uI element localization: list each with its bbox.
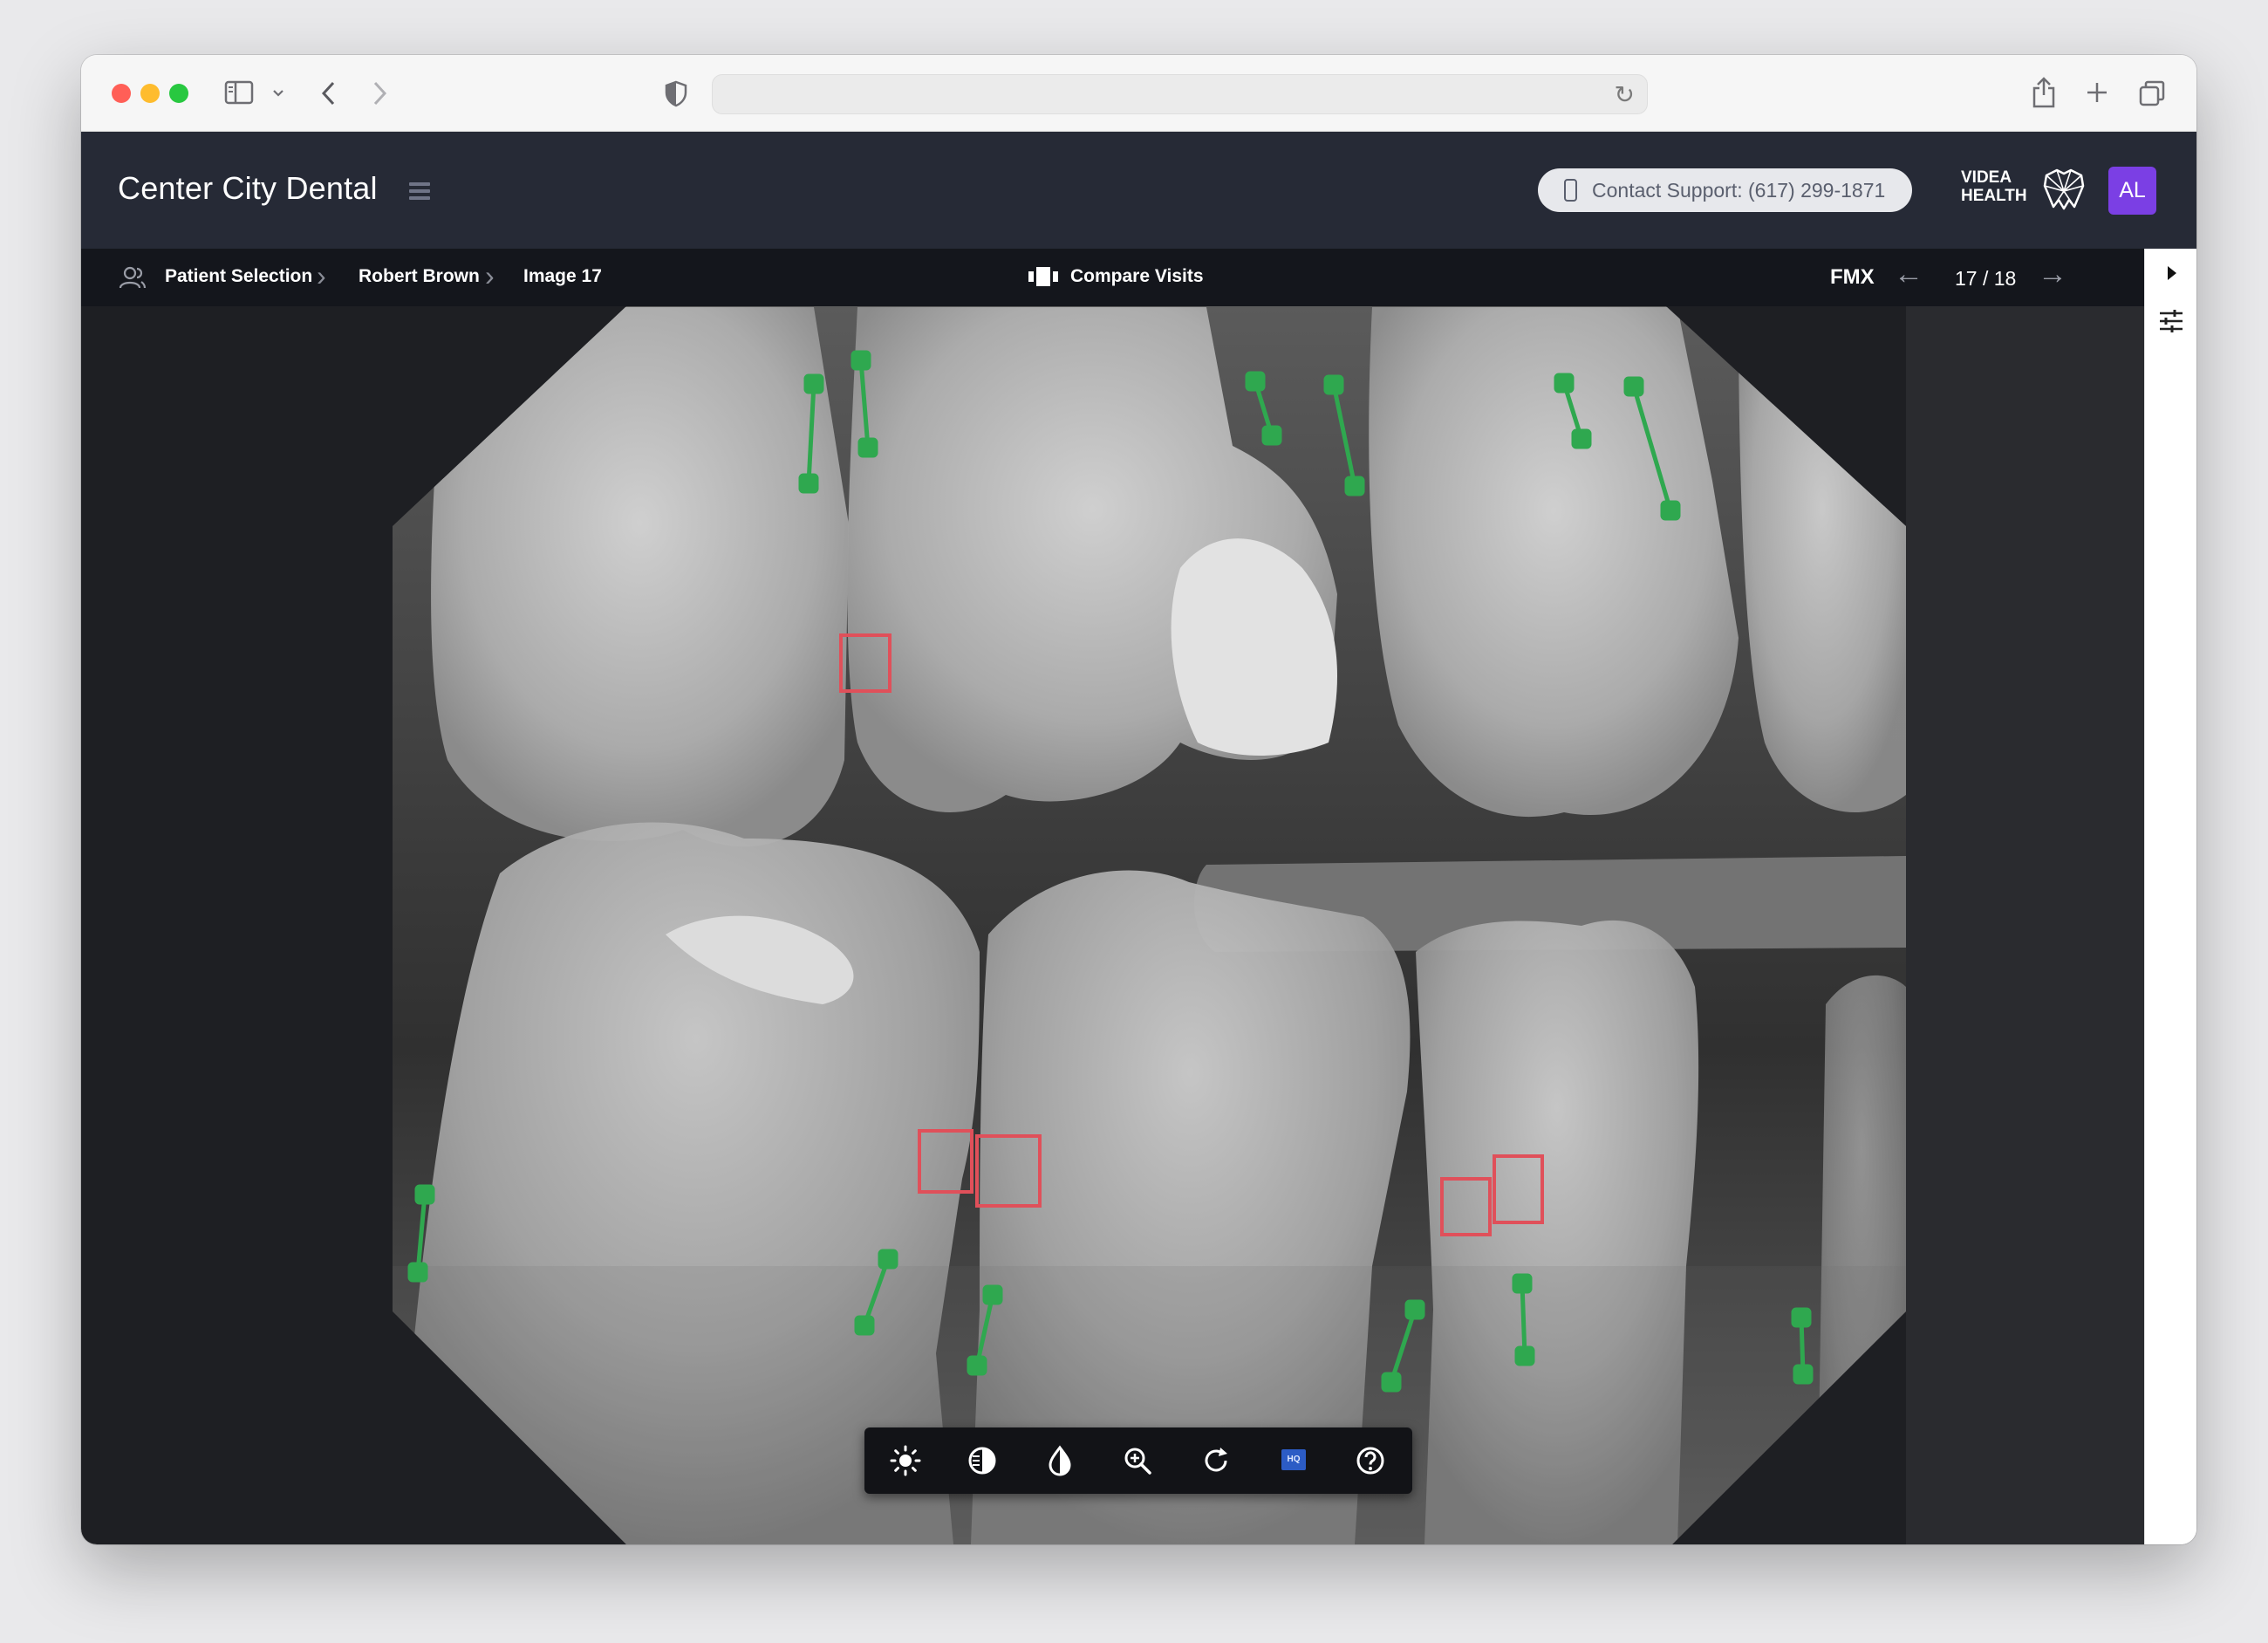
expand-panel-icon[interactable] [2168,266,2176,280]
brand-name: VIDEA HEALTH [1961,168,2027,205]
maximize-window-button[interactable] [169,84,188,103]
xray-viewer[interactable]: HQ [81,306,2144,1544]
breadcrumb-patient-name[interactable]: Robert Brown [359,266,480,287]
adjustments-icon[interactable] [2158,308,2184,334]
clinic-name: Center City Dental [118,170,378,206]
image-tools-bar: HQ [864,1427,1412,1494]
compare-visits-label: Compare Visits [1070,266,1204,286]
bitewing-xray-image[interactable] [81,306,2144,1544]
list-menu-icon[interactable] [409,182,430,200]
tab-overview-icon[interactable] [2138,79,2166,107]
share-icon[interactable] [2031,76,2057,109]
sidebar-toggle-icon[interactable] [224,79,256,106]
contact-support-label: Contact Support: (617) 299-1871 [1592,179,1886,202]
shield-icon[interactable] [664,79,688,107]
breadcrumb-patient-selection[interactable]: Patient Selection [165,266,312,287]
forward-icon[interactable] [369,79,390,107]
breadcrumb-image: Image 17 [523,266,602,286]
series-label: FMX [1830,265,1875,289]
address-bar[interactable]: ↻ [712,74,1648,114]
hq-icon[interactable]: HQ [1281,1449,1306,1470]
brightness-icon[interactable] [889,1444,922,1477]
browser-window: ↻ Center City Dental Contact Support: (6… [81,55,2196,1544]
prev-image-icon[interactable]: ← [1894,257,1923,291]
rotate-icon[interactable] [1199,1444,1233,1477]
reload-icon[interactable]: ↻ [1615,80,1635,109]
phone-icon [1564,179,1577,202]
patients-icon [119,266,147,289]
image-pager: 17 / 18 [1955,267,2017,290]
xray-film [393,306,1906,1544]
next-image-icon[interactable]: → [2038,257,2067,291]
tooth-logo-icon [2043,168,2085,210]
side-panel [2144,249,2196,1544]
compare-icon [1028,267,1058,286]
breadcrumb-chevron-icon: › [485,260,495,291]
image-toolbar: Patient Selection › Robert Brown › Image… [81,249,2144,306]
new-tab-icon[interactable] [2085,80,2109,105]
close-window-button[interactable] [112,84,131,103]
back-icon[interactable] [318,79,339,107]
invert-icon[interactable] [1043,1444,1076,1477]
contact-support-button[interactable]: Contact Support: (617) 299-1871 [1538,168,1912,212]
app-header: Center City Dental Contact Support: (617… [81,132,2196,249]
breadcrumb-chevron-icon: › [317,260,326,291]
contrast-icon[interactable] [966,1444,999,1477]
chevron-down-icon[interactable] [271,88,285,99]
user-avatar[interactable]: AL [2108,167,2156,215]
help-icon[interactable] [1354,1444,1387,1477]
browser-chrome: ↻ [81,55,2196,132]
minimize-window-button[interactable] [140,84,160,103]
zoom-in-icon[interactable] [1121,1444,1154,1477]
